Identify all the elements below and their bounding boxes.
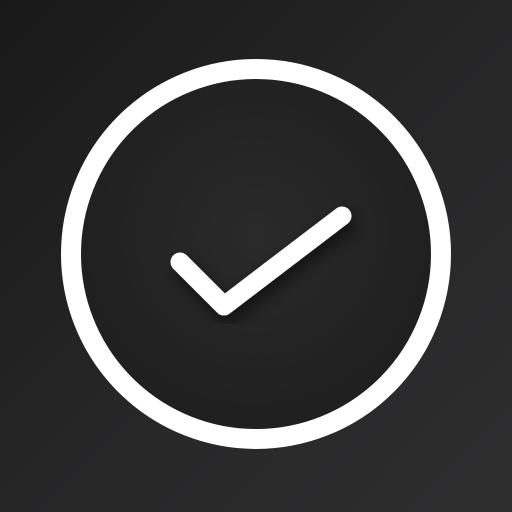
app-icon	[0, 0, 512, 512]
checkmark-circle-icon	[61, 59, 451, 449]
